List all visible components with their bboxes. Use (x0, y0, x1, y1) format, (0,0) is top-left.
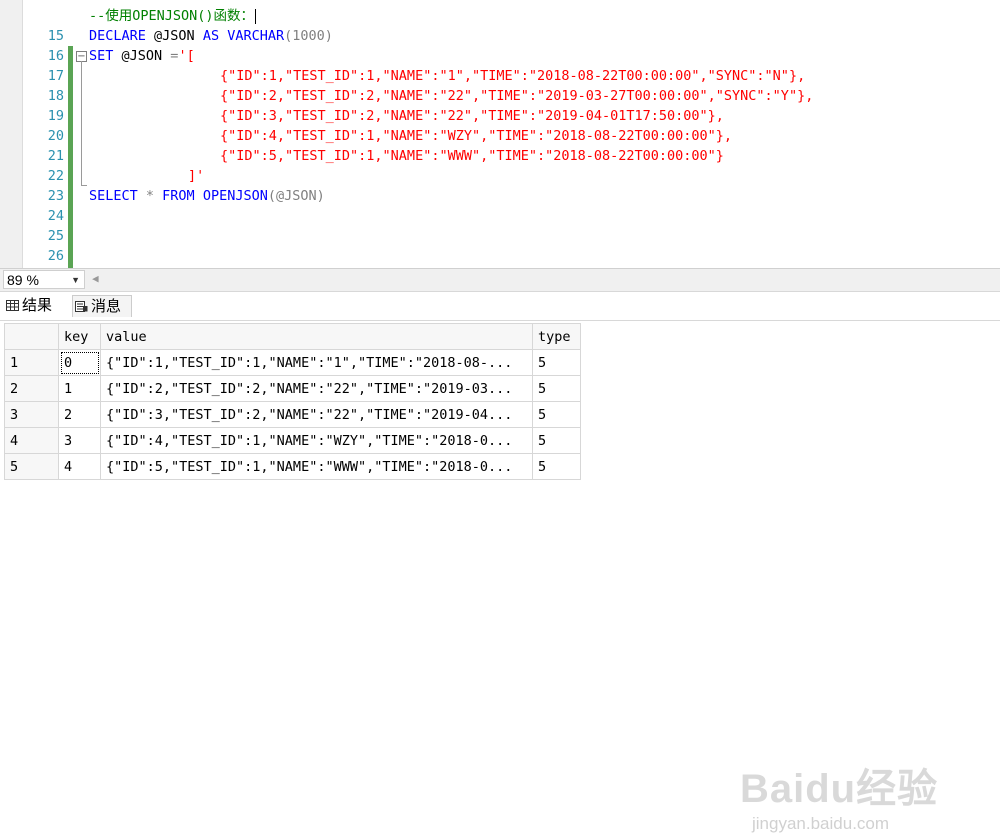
results-tabs: 结果 消息 (0, 291, 1000, 320)
baidu-watermark: Baidu经验 jingyan.baidu.com (740, 756, 970, 836)
cell-value[interactable]: {"ID":1,"TEST_ID":1,"NAME":"1","TIME":"2… (100, 349, 533, 376)
table-row[interactable]: 5 4 {"ID":5,"TEST_ID":1,"NAME":"WWW","TI… (4, 453, 581, 480)
table-row[interactable]: 2 1 {"ID":2,"TEST_ID":2,"NAME":"22","TIM… (4, 375, 581, 402)
tab-messages-label: 消息 (91, 298, 122, 315)
tab-messages[interactable]: 消息 (72, 295, 132, 317)
code-line-22[interactable]: 22 {"ID":5,"TEST_ID":1,"NAME":"WWW","TIM… (0, 146, 1000, 206)
variable-json: @JSON (145, 28, 203, 44)
function-args: (@JSON) (267, 188, 325, 204)
row-number[interactable]: 1 (4, 349, 59, 376)
sql-editor[interactable]: 15 --使用OPENJSON()函数： 16 DECLARE @JSON AS… (0, 0, 1000, 286)
results-grid: key value type 1 0 {"ID":1,"TEST_ID":1,"… (4, 323, 581, 480)
code-line-17[interactable]: 17 − SET @JSON ='[ (0, 46, 1000, 106)
code-line-18[interactable]: 18 {"ID":1,"TEST_ID":1,"NAME":"1","TIME"… (0, 66, 1000, 126)
variable-json: @JSON (113, 48, 171, 64)
cell-key[interactable]: 2 (58, 401, 101, 428)
string-close: ]' (188, 168, 205, 184)
table-row[interactable]: 4 3 {"ID":4,"TEST_ID":1,"NAME":"WZY","TI… (4, 427, 581, 454)
cell-value[interactable]: {"ID":3,"TEST_ID":2,"NAME":"22","TIME":"… (100, 401, 533, 428)
grid-icon (6, 300, 19, 311)
json-string: {"ID":5,"TEST_ID":1,"NAME":"WWW","TIME":… (220, 148, 724, 164)
cell-key[interactable]: 1 (58, 375, 101, 402)
messages-icon (75, 301, 88, 312)
cell-type[interactable]: 5 (532, 427, 581, 454)
json-string: {"ID":2,"TEST_ID":2,"NAME":"22","TIME":"… (220, 88, 814, 104)
cell-key[interactable]: 0 (58, 349, 101, 376)
cell-type[interactable]: 5 (532, 375, 581, 402)
json-string: {"ID":4,"TEST_ID":1,"NAME":"WZY","TIME":… (220, 128, 733, 144)
cell-type[interactable]: 5 (532, 401, 581, 428)
column-header-key[interactable]: key (58, 323, 101, 350)
cell-value[interactable]: {"ID":5,"TEST_ID":1,"NAME":"WWW","TIME":… (100, 453, 533, 480)
code-line-19[interactable]: 19 {"ID":2,"TEST_ID":2,"NAME":"22","TIME… (0, 86, 1000, 146)
json-string: {"ID":3,"TEST_ID":2,"NAME":"22","TIME":"… (220, 108, 724, 124)
keyword-set: SET (89, 48, 114, 64)
keyword-as: AS (202, 28, 220, 44)
row-number[interactable]: 4 (4, 427, 59, 454)
grid-corner[interactable] (4, 323, 59, 350)
operator-star: * (137, 188, 163, 204)
zoom-bar: 89 % ▼ ◀ (0, 268, 1000, 291)
code-line-21[interactable]: 21 {"ID":4,"TEST_ID":1,"NAME":"WZY","TIM… (0, 126, 1000, 186)
string-open: '[ (178, 48, 195, 64)
row-number[interactable]: 5 (4, 453, 59, 480)
zoom-select[interactable]: 89 % ▼ (3, 270, 85, 289)
grid-header-row: key value type (4, 323, 581, 350)
column-header-value[interactable]: value (100, 323, 533, 350)
watermark-url: jingyan.baidu.com (752, 814, 890, 833)
tab-results-label: 结果 (22, 297, 53, 314)
text-caret (255, 8, 257, 24)
cell-value[interactable]: {"ID":2,"TEST_ID":2,"NAME":"22","TIME":"… (100, 375, 533, 402)
table-row[interactable]: 1 0 {"ID":1,"TEST_ID":1,"NAME":"1","TIME… (4, 349, 581, 376)
results-grid-panel: key value type 1 0 {"ID":1,"TEST_ID":1,"… (0, 320, 1000, 833)
cell-type[interactable]: 5 (532, 349, 581, 376)
code-line-15[interactable]: 15 --使用OPENJSON()函数： (0, 6, 1000, 66)
code-line-20[interactable]: 20 {"ID":3,"TEST_ID":2,"NAME":"22","TIME… (0, 106, 1000, 166)
chevron-down-icon[interactable]: ▼ (71, 271, 80, 290)
keyword-declare: DECLARE (89, 28, 146, 44)
cell-type[interactable]: 5 (532, 453, 581, 480)
zoom-value: 89 % (7, 272, 39, 288)
keyword-select: SELECT (89, 188, 138, 204)
keyword-from: FROM (162, 188, 195, 204)
column-header-type[interactable]: type (532, 323, 581, 350)
code-line-24[interactable]: 24 SELECT * FROM OPENJSON(@JSON) (0, 186, 1000, 246)
code-line-23[interactable]: 23 ]' (0, 166, 1000, 226)
line-number: 26 (47, 248, 64, 264)
type-length: (1000) (284, 28, 333, 44)
code-line-26[interactable]: 26 (0, 226, 1000, 286)
tab-results[interactable]: 结果 (6, 295, 66, 317)
keyword-varchar: VARCHAR (219, 28, 285, 44)
row-number[interactable]: 2 (4, 375, 59, 402)
comment-text: --使用OPENJSON()函数： (89, 8, 255, 24)
json-string: {"ID":1,"TEST_ID":1,"NAME":"1","TIME":"2… (220, 68, 806, 84)
cell-key[interactable]: 4 (58, 453, 101, 480)
change-indicator (68, 246, 73, 266)
function-openjson: OPENJSON (194, 188, 268, 204)
watermark-logo: Baidu经验 (740, 767, 939, 811)
cell-key[interactable]: 3 (58, 427, 101, 454)
cell-value[interactable]: {"ID":4,"TEST_ID":1,"NAME":"WZY","TIME":… (100, 427, 533, 454)
code-line-16[interactable]: 16 DECLARE @JSON AS VARCHAR(1000) (0, 26, 1000, 86)
scroll-left-icon[interactable]: ◀ (92, 272, 99, 285)
row-number[interactable]: 3 (4, 401, 59, 428)
table-row[interactable]: 3 2 {"ID":3,"TEST_ID":2,"NAME":"22","TIM… (4, 401, 581, 428)
code-line-25[interactable]: 25 (0, 206, 1000, 266)
